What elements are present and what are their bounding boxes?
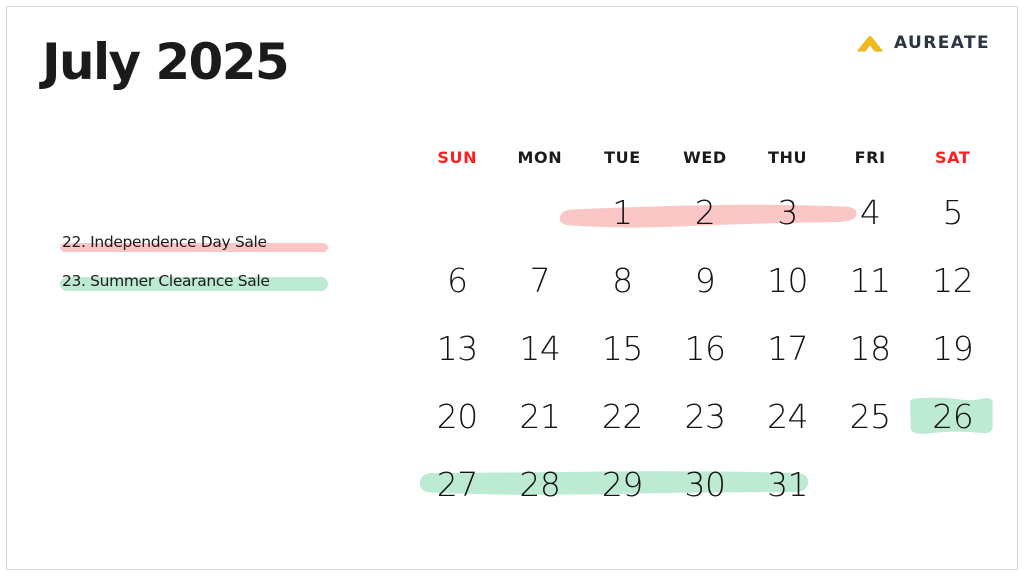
calendar-day-cell-3[interactable]: 3 xyxy=(746,178,829,246)
day-number: 23 xyxy=(684,396,726,436)
calendar-day-cell-29[interactable]: 29 xyxy=(581,450,664,518)
day-number: 26 xyxy=(932,396,974,436)
legend-item-label: 22. Independence Day Sale xyxy=(62,232,267,251)
day-number: 12 xyxy=(932,260,974,300)
calendar-day-headers: SUN MON TUE WED THU FRI SAT xyxy=(416,136,994,178)
calendar-day-cell-30[interactable]: 30 xyxy=(664,450,747,518)
calendar-day-cell xyxy=(911,450,994,518)
calendar-day-cell xyxy=(829,450,912,518)
day-number: 20 xyxy=(436,396,479,436)
calendar-day-cell-4[interactable]: 4 xyxy=(829,178,912,246)
day-number: 28 xyxy=(519,464,561,504)
calendar-day-cell-7[interactable]: 7 xyxy=(499,246,582,314)
calendar-day-cell-16[interactable]: 16 xyxy=(664,314,747,382)
calendar-day-cell-19[interactable]: 19 xyxy=(911,314,994,382)
calendar-day-cell-18[interactable]: 18 xyxy=(829,314,912,382)
day-number: 5 xyxy=(942,192,963,232)
calendar-day-cell-14[interactable]: 14 xyxy=(499,314,582,382)
calendar-day-cell-8[interactable]: 8 xyxy=(581,246,664,314)
calendar-day-cell-21[interactable]: 21 xyxy=(499,382,582,450)
brand-name: AUREATE xyxy=(894,32,990,53)
day-number: 4 xyxy=(859,192,881,232)
legend-item-label: 23. Summer Clearance Sale xyxy=(62,271,270,290)
day-header-wed: WED xyxy=(683,147,727,167)
day-header-sat: SAT xyxy=(935,147,971,167)
day-number: 17 xyxy=(767,328,809,368)
calendar-week-row: 20 21 22 23 24 25 26 xyxy=(416,382,994,450)
day-number: 22 xyxy=(601,396,644,436)
day-number: 29 xyxy=(601,464,644,504)
day-number: 30 xyxy=(684,464,726,504)
day-number: 11 xyxy=(849,260,892,300)
day-number: 9 xyxy=(694,260,716,300)
calendar-day-cell-15[interactable]: 15 xyxy=(581,314,664,382)
day-header-sun: SUN xyxy=(437,147,478,167)
day-number: 7 xyxy=(529,260,551,300)
day-number: 13 xyxy=(436,328,479,368)
day-number: 2 xyxy=(694,192,716,232)
calendar-day-cell-27[interactable]: 27 xyxy=(416,450,499,518)
calendar-week-row: 6 7 8 9 10 11 12 xyxy=(416,246,994,314)
day-number: 1 xyxy=(612,192,633,232)
day-number: 25 xyxy=(849,396,892,436)
calendar-day-cell-5[interactable]: 5 xyxy=(911,178,994,246)
calendar-page: July 2025 AUREATE 22. Independence Day S… xyxy=(0,0,1024,576)
calendar-day-cell-24[interactable]: 24 xyxy=(746,382,829,450)
day-header-fri: FRI xyxy=(854,147,886,167)
calendar-grid: SUN MON TUE WED THU FRI SAT 1 2 3 4 5 6 xyxy=(416,136,994,518)
calendar-week-row: 1 2 3 4 5 xyxy=(416,178,994,246)
calendar-day-cell-20[interactable]: 20 xyxy=(416,382,499,450)
legend-item-summer-clearance-sale[interactable]: 23. Summer Clearance Sale xyxy=(60,261,382,300)
day-number: 15 xyxy=(601,328,644,368)
page-title: July 2025 xyxy=(42,33,290,91)
calendar-day-cell-31[interactable]: 31 xyxy=(746,450,829,518)
calendar-day-cell-11[interactable]: 11 xyxy=(829,246,912,314)
legend: 22. Independence Day Sale 23. Summer Cle… xyxy=(60,222,382,300)
calendar-day-cell-23[interactable]: 23 xyxy=(664,382,747,450)
day-number: 27 xyxy=(436,464,479,504)
day-number: 19 xyxy=(932,328,974,368)
day-header-thu: THU xyxy=(768,147,808,167)
calendar-day-cell-6[interactable]: 6 xyxy=(416,246,499,314)
day-number: 31 xyxy=(767,464,809,504)
day-header-mon: MON xyxy=(517,147,563,167)
calendar-day-cell-9[interactable]: 9 xyxy=(664,246,747,314)
calendar-day-cell xyxy=(499,178,582,246)
brand-logo: AUREATE xyxy=(855,30,990,56)
calendar-day-cell-25[interactable]: 25 xyxy=(829,382,912,450)
day-number: 8 xyxy=(612,260,633,300)
day-number: 24 xyxy=(767,396,809,436)
calendar-day-cell-10[interactable]: 10 xyxy=(746,246,829,314)
calendar-day-cell-17[interactable]: 17 xyxy=(746,314,829,382)
day-number: 14 xyxy=(519,328,561,368)
calendar-day-cell-13[interactable]: 13 xyxy=(416,314,499,382)
calendar-week-row: 27 28 29 30 31 xyxy=(416,450,994,518)
day-number: 18 xyxy=(849,328,892,368)
day-number: 10 xyxy=(767,260,809,300)
chevron-up-icon xyxy=(855,33,885,53)
day-number: 16 xyxy=(684,328,726,368)
calendar-day-cell-28[interactable]: 28 xyxy=(499,450,582,518)
day-number: 21 xyxy=(519,396,561,436)
calendar-day-cell-12[interactable]: 12 xyxy=(911,246,994,314)
calendar-day-cell-2[interactable]: 2 xyxy=(664,178,747,246)
calendar-day-cell xyxy=(416,178,499,246)
calendar-week-row: 13 14 15 16 17 18 19 xyxy=(416,314,994,382)
calendar-day-cell-26[interactable]: 26 xyxy=(911,382,994,450)
legend-item-independence-day-sale[interactable]: 22. Independence Day Sale xyxy=(60,222,382,261)
calendar-day-cell-22[interactable]: 22 xyxy=(581,382,664,450)
day-header-tue: TUE xyxy=(604,147,641,167)
day-number: 3 xyxy=(777,192,798,232)
day-number: 6 xyxy=(447,260,468,300)
calendar-day-cell-1[interactable]: 1 xyxy=(581,178,664,246)
